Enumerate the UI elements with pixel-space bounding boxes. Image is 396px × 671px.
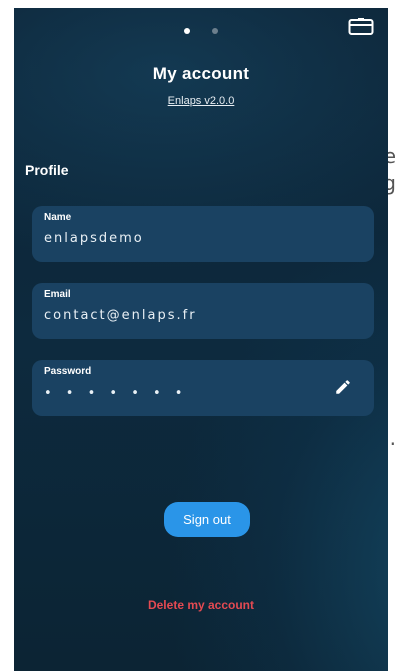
email-field-label: Email <box>44 289 71 300</box>
email-field-value[interactable]: contact@enlaps.fr <box>44 308 197 323</box>
password-field-value[interactable]: • • • • • • • <box>44 386 187 401</box>
edit-pencil-icon[interactable] <box>334 378 352 396</box>
password-field-label: Password <box>44 366 92 377</box>
page-dot-active[interactable] <box>184 28 190 34</box>
device-icon[interactable] <box>348 18 374 36</box>
delete-account-link[interactable]: Delete my account <box>14 598 388 612</box>
background-text-period: . <box>389 426 396 450</box>
page-title: My account <box>152 64 250 83</box>
profile-section-title: Profile <box>25 162 69 178</box>
page-dot[interactable] <box>212 28 218 34</box>
sign-out-button[interactable]: Sign out <box>164 502 250 537</box>
name-field-value[interactable]: enlapsdemo <box>44 231 144 246</box>
name-field-label: Name <box>44 212 72 223</box>
email-field[interactable]: Email contact@enlaps.fr <box>32 283 374 339</box>
account-screen: My account Enlaps v2.0.0 Profile Name en… <box>14 8 388 671</box>
app-version-link[interactable]: Enlaps v2.0.0 <box>14 95 388 107</box>
page-indicator <box>14 28 388 34</box>
name-field[interactable]: Name enlapsdemo <box>32 206 374 262</box>
password-field[interactable]: Password • • • • • • • <box>32 360 374 416</box>
